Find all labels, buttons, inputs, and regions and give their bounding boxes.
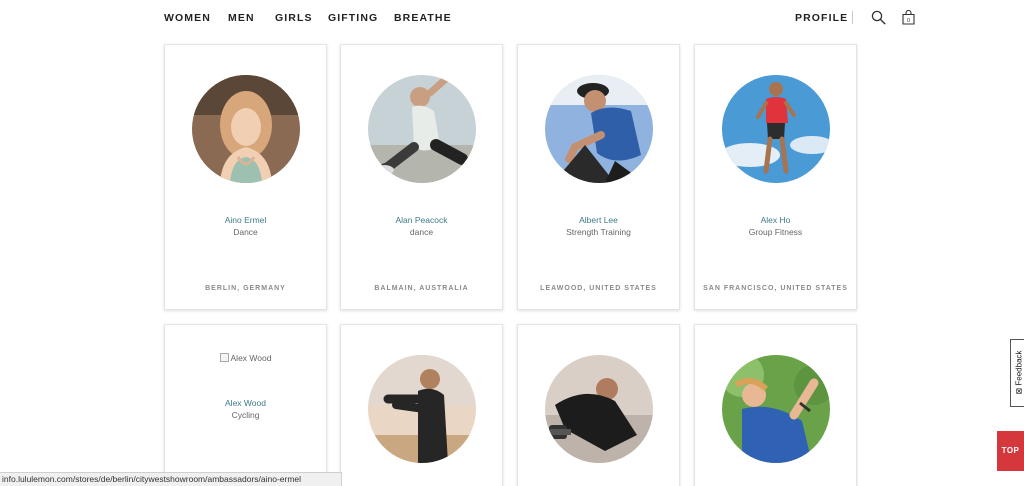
nav-divider — [852, 11, 853, 24]
broken-image-icon — [219, 353, 229, 362]
feedback-tab[interactable]: ⊠ Feedback — [1010, 339, 1024, 407]
back-to-top-button[interactable]: TOP — [997, 431, 1024, 471]
ambassador-discipline: Strength Training — [566, 227, 631, 237]
ambassador-location: SAN FRANCISCO, UNITED STATES — [703, 285, 848, 292]
top-navigation: WOMEN MEN GIRLS GIFTING BREATHE PROFILE … — [0, 0, 1024, 38]
ambassador-name[interactable]: Aino Ermel — [165, 215, 326, 225]
ambassador-photo — [545, 75, 653, 183]
ambassador-card[interactable] — [340, 324, 503, 486]
ambassador-photo — [192, 75, 300, 183]
page: WOMEN MEN GIRLS GIFTING BREATHE PROFILE … — [0, 0, 1024, 486]
ambassador-photo — [722, 75, 830, 183]
ambassador-card[interactable]: Aino Ermel Dance BERLIN, GERMANY — [164, 44, 327, 310]
nav-girls[interactable]: GIRLS — [275, 12, 313, 24]
nav-men[interactable]: MEN — [228, 12, 255, 24]
ambassador-photo — [368, 75, 476, 183]
ambassador-discipline: Dance — [233, 227, 258, 237]
search-icon[interactable] — [871, 10, 886, 25]
ambassador-card[interactable] — [694, 324, 857, 486]
feedback-label: ⊠ Feedback — [1014, 350, 1024, 395]
ambassador-discipline: Group Fitness — [748, 227, 803, 237]
bag-count: 0 — [907, 18, 910, 24]
ambassador-name[interactable]: Albert Lee — [518, 215, 679, 225]
ambassador-discipline: Cycling — [231, 410, 260, 420]
nav-breathe[interactable]: BREATHE — [394, 12, 452, 24]
shopping-bag-icon[interactable]: 0 — [902, 10, 915, 25]
ambassador-name[interactable]: Alex Ho — [695, 215, 856, 225]
image-alt-text: Alex Wood — [230, 353, 272, 363]
ambassador-discipline: dance — [409, 227, 434, 237]
ambassador-card[interactable] — [517, 324, 680, 486]
ambassador-name[interactable]: Alan Peacock — [341, 215, 502, 225]
nav-women[interactable]: WOMEN — [164, 12, 211, 24]
ambassador-name[interactable]: Alex Wood — [165, 398, 326, 408]
ambassador-card[interactable]: Albert Lee Strength Training LEAWOOD, UN… — [517, 44, 680, 310]
browser-status-bar: info.lululemon.com/stores/de/berlin/city… — [0, 472, 342, 486]
broken-image-placeholder: Alex Wood — [165, 353, 326, 363]
ambassador-photo — [722, 355, 830, 463]
ambassador-card[interactable]: Alan Peacock dance BALMAIN, AUSTRALIA — [340, 44, 503, 310]
ambassador-card[interactable]: Alex Wood Alex Wood Cycling — [164, 324, 327, 486]
nav-gifting[interactable]: GIFTING — [328, 12, 378, 24]
ambassador-card[interactable]: Alex Ho Group Fitness SAN FRANCISCO, UNI… — [694, 44, 857, 310]
ambassador-photo — [368, 355, 476, 463]
ambassador-location: BERLIN, GERMANY — [205, 285, 286, 292]
profile-link[interactable]: PROFILE — [795, 12, 848, 24]
ambassador-location: BALMAIN, AUSTRALIA — [374, 285, 469, 292]
ambassador-photo — [545, 355, 653, 463]
feedback-icon: ⊠ — [1014, 385, 1024, 395]
ambassador-location: LEAWOOD, UNITED STATES — [540, 285, 657, 292]
